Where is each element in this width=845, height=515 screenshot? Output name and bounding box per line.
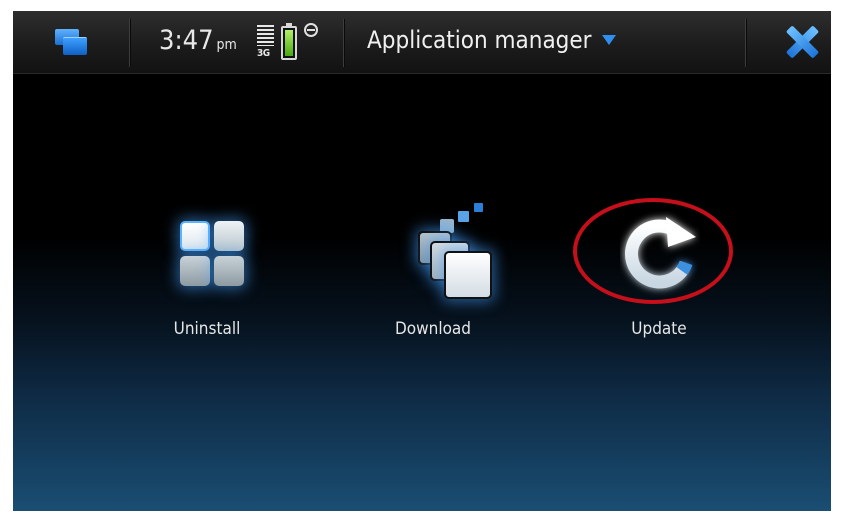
- download-squares-icon: [378, 201, 492, 311]
- refresh-arrow-icon: [604, 201, 714, 311]
- page-title: Application manager: [367, 26, 592, 54]
- clock-time: 3:47: [159, 25, 214, 56]
- network-type-label: 3G: [257, 48, 270, 59]
- signal-strength-icon: 3G: [257, 25, 275, 59]
- divider: [343, 19, 344, 67]
- update-button[interactable]: Update: [579, 201, 739, 339]
- uninstall-button[interactable]: Uninstall: [127, 201, 287, 339]
- update-label: Update: [631, 319, 687, 339]
- uninstall-grid-icon: [152, 201, 262, 311]
- divider: [745, 19, 746, 67]
- download-button[interactable]: Download: [353, 201, 513, 339]
- device-screen: 3:47 pm 3G Application manager Uninstall…: [13, 11, 831, 511]
- task-switcher-button[interactable]: [51, 27, 93, 59]
- uninstall-label: Uninstall: [173, 319, 241, 339]
- battery-full-icon: [281, 23, 297, 60]
- divider: [129, 19, 130, 67]
- title-bar: 3:47 pm 3G Application manager: [13, 11, 831, 74]
- clock-ampm: pm: [216, 37, 237, 53]
- app-menu-title[interactable]: Application manager: [367, 26, 616, 54]
- close-button[interactable]: [783, 25, 820, 59]
- download-label: Download: [394, 319, 472, 339]
- status-clock[interactable]: 3:47 pm: [159, 25, 237, 56]
- dropdown-caret-icon: [601, 35, 616, 45]
- presence-status-icon: [304, 23, 318, 37]
